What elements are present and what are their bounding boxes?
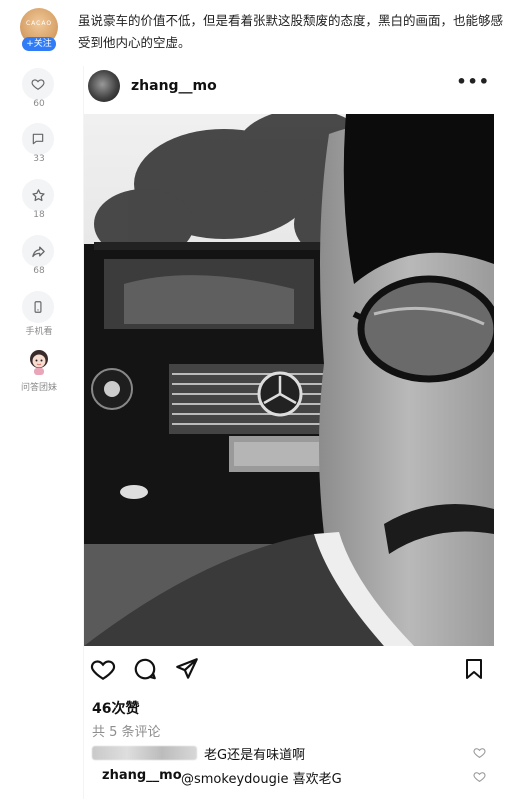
post-actions bbox=[84, 656, 494, 686]
post-card: zhang__mo ••• 46次赞 共 5 条评论 老G还是有味道啊 zhan… bbox=[83, 66, 502, 799]
like-count: 60 bbox=[33, 99, 45, 109]
comment-row: 老G还是有味道啊 bbox=[92, 743, 492, 763]
post-header: zhang__mo ••• bbox=[84, 66, 502, 110]
send-icon[interactable] bbox=[174, 656, 200, 682]
share-button[interactable] bbox=[22, 235, 54, 267]
post-photo bbox=[84, 114, 494, 646]
comments-total[interactable]: 共 5 条评论 bbox=[92, 721, 161, 740]
blurred-username bbox=[92, 746, 197, 760]
star-icon bbox=[31, 188, 45, 201]
heart-icon[interactable] bbox=[90, 656, 116, 682]
assistant-label: 问答团妹 bbox=[20, 383, 57, 393]
mobile-view-button[interactable] bbox=[22, 291, 54, 323]
favorite-button[interactable] bbox=[22, 179, 54, 211]
reply-text: @smokeydougie 喜欢老G bbox=[181, 772, 342, 787]
comment-like-icon[interactable] bbox=[473, 746, 486, 759]
article-intro: 虽说豪车的价值不低，但是看着张默这股颓废的态度，黑白的画面，也能够感受到他内心的… bbox=[78, 13, 504, 50]
follow-button[interactable]: +关注 bbox=[22, 37, 56, 51]
comment-icon bbox=[32, 133, 44, 145]
more-options-icon[interactable]: ••• bbox=[456, 72, 490, 91]
post-avatar[interactable] bbox=[88, 70, 120, 102]
bookmark-icon[interactable] bbox=[462, 656, 486, 682]
comment-count: 33 bbox=[33, 154, 45, 164]
like-button[interactable] bbox=[22, 68, 54, 100]
share-count: 68 bbox=[33, 266, 45, 276]
phone-icon bbox=[34, 301, 42, 313]
reply-row: zhang__mo @smokeydougie 喜欢老G bbox=[102, 767, 492, 787]
comment-icon[interactable] bbox=[132, 656, 158, 682]
left-rail: CACAO +关注 60 33 18 68 手机看 问答团妹 bbox=[0, 0, 78, 799]
reply-username[interactable]: zhang__mo bbox=[102, 768, 182, 783]
photo-illustration bbox=[84, 114, 494, 646]
share-icon bbox=[31, 246, 45, 257]
comment-button[interactable] bbox=[22, 123, 54, 155]
heart-icon bbox=[31, 79, 45, 90]
likes-count: 46次赞 bbox=[92, 701, 140, 717]
post-username[interactable]: zhang__mo bbox=[131, 78, 217, 94]
favorite-count: 18 bbox=[33, 210, 45, 220]
mobile-view-label: 手机看 bbox=[25, 327, 53, 337]
assistant-avatar[interactable] bbox=[26, 348, 52, 376]
comment-text: 老G还是有味道啊 bbox=[204, 748, 306, 763]
comment-like-icon[interactable] bbox=[473, 770, 486, 783]
